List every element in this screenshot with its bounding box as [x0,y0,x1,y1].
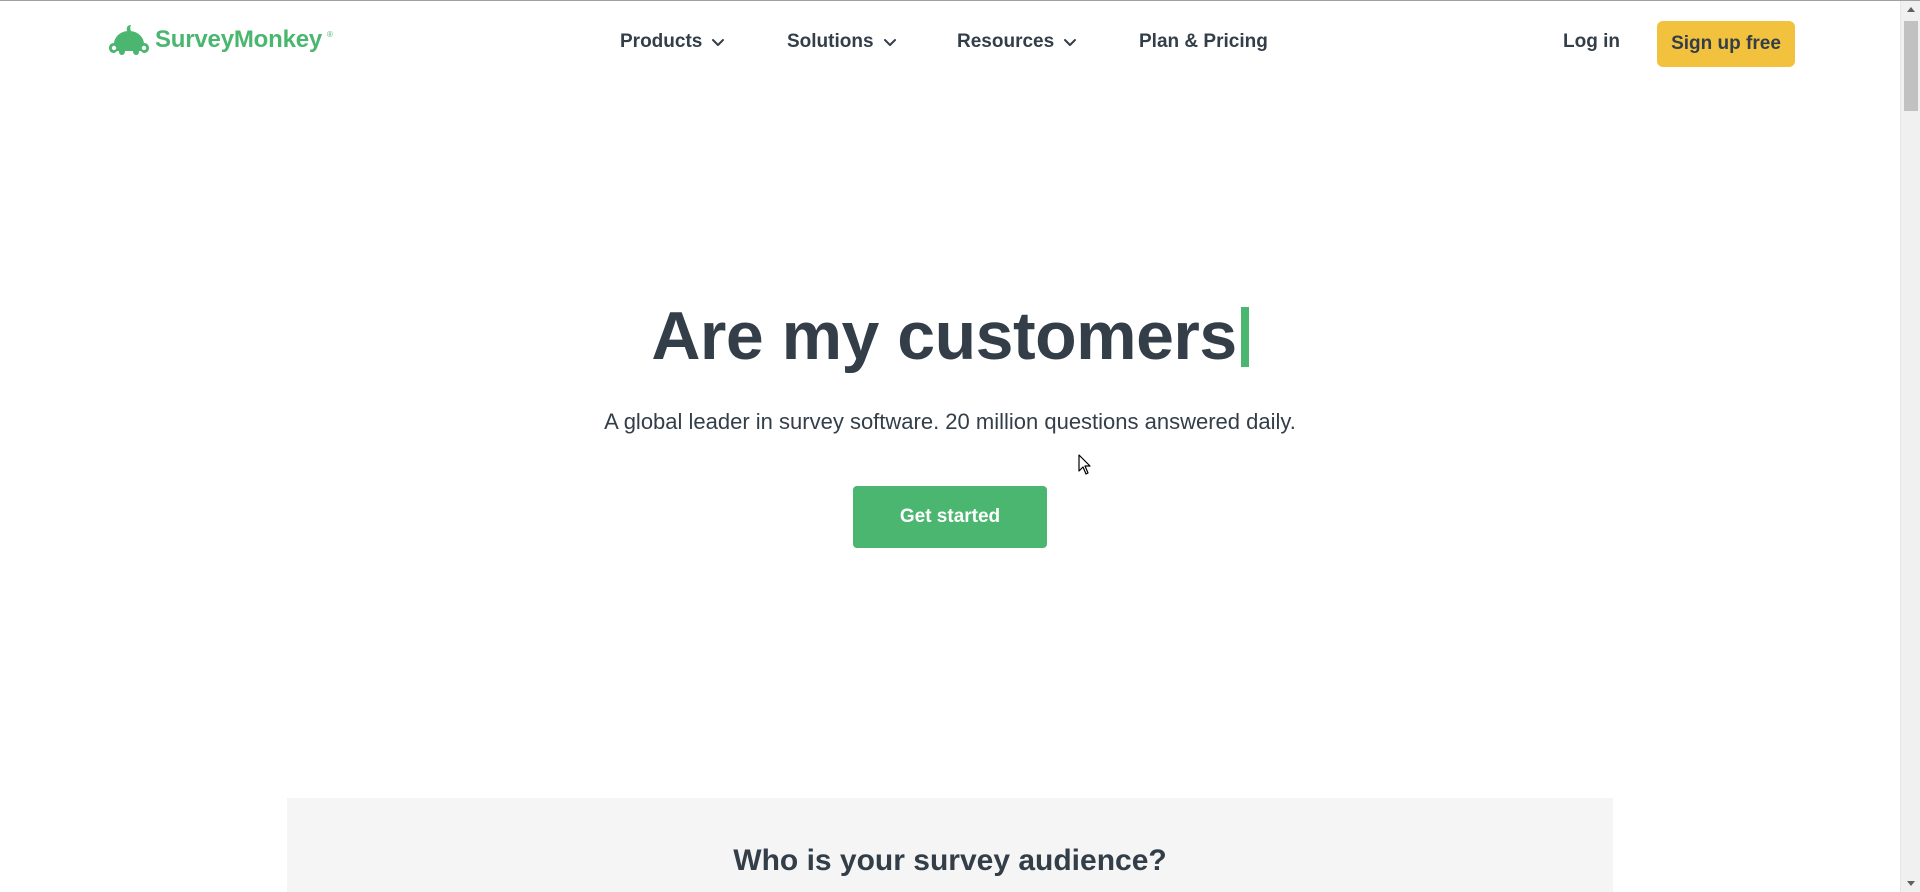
hero-title-text: Are my customers [651,298,1237,374]
hero-title: Are my customers [0,297,1900,375]
nav-products-label: Products [620,31,703,52]
chevron-down-icon [883,39,896,46]
scrollbar-thumb[interactable] [1904,21,1918,111]
triangle-down-icon [1907,881,1915,886]
page: SurveyMonkey ® Products Solutions Resourc… [0,1,1900,892]
login-link[interactable]: Log in [1563,31,1620,53]
audience-title: Who is your survey audience? [733,844,1167,877]
mouse-pointer-icon [1078,454,1091,475]
chevron-down-icon [712,39,725,46]
triangle-up-icon [1907,7,1915,12]
hero-subtitle: A global leader in survey software. 20 m… [604,409,1296,434]
nav-resources[interactable]: Resources [957,31,1078,53]
monkey-logo-icon [109,25,149,55]
registered-mark: ® [327,29,333,39]
typing-caret [1240,307,1249,367]
chevron-down-icon [1064,39,1077,46]
signup-button[interactable]: Sign up free [1657,21,1795,67]
nav-products[interactable]: Products [620,31,726,53]
scroll-down-arrow[interactable] [1901,876,1920,892]
nav-resources-label: Resources [957,31,1055,52]
nav-plan-pricing[interactable]: Plan & Pricing [1139,31,1268,53]
brand-logo[interactable]: SurveyMonkey ® [107,23,333,57]
nav-solutions[interactable]: Solutions [787,31,898,53]
audience-section: Who is your survey audience? [287,798,1613,892]
vertical-scrollbar[interactable] [1900,1,1920,892]
brand-name: SurveyMonkey [155,26,323,53]
scroll-up-arrow[interactable] [1901,1,1920,17]
nav-plan-pricing-label: Plan & Pricing [1139,31,1268,52]
get-started-button[interactable]: Get started [853,486,1047,548]
nav-solutions-label: Solutions [787,31,874,52]
